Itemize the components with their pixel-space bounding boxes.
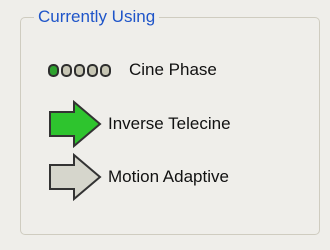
motion-adaptive-arrow-icon: [49, 153, 102, 201]
motion-adaptive-row: Motion Adaptive: [48, 153, 229, 201]
status-panel: Currently Using Cine Phase Inverse Telec…: [0, 0, 330, 250]
cine-phase-dot: [48, 63, 59, 77]
inverse-telecine-arrow-icon: [49, 100, 102, 148]
group-title: Currently Using: [34, 6, 160, 28]
motion-adaptive-label: Motion Adaptive: [108, 167, 229, 186]
cine-phase-dot: [74, 63, 85, 77]
inverse-telecine-row: Inverse Telecine: [48, 100, 231, 148]
cine-phase-row: Cine Phase: [48, 60, 217, 80]
cine-phase-indicator: [48, 63, 111, 77]
inverse-telecine-label: Inverse Telecine: [108, 114, 231, 133]
cine-phase-dot: [61, 63, 72, 77]
cine-phase-dot: [87, 63, 98, 77]
cine-phase-dot: [100, 63, 111, 77]
cine-phase-label: Cine Phase: [129, 60, 217, 79]
